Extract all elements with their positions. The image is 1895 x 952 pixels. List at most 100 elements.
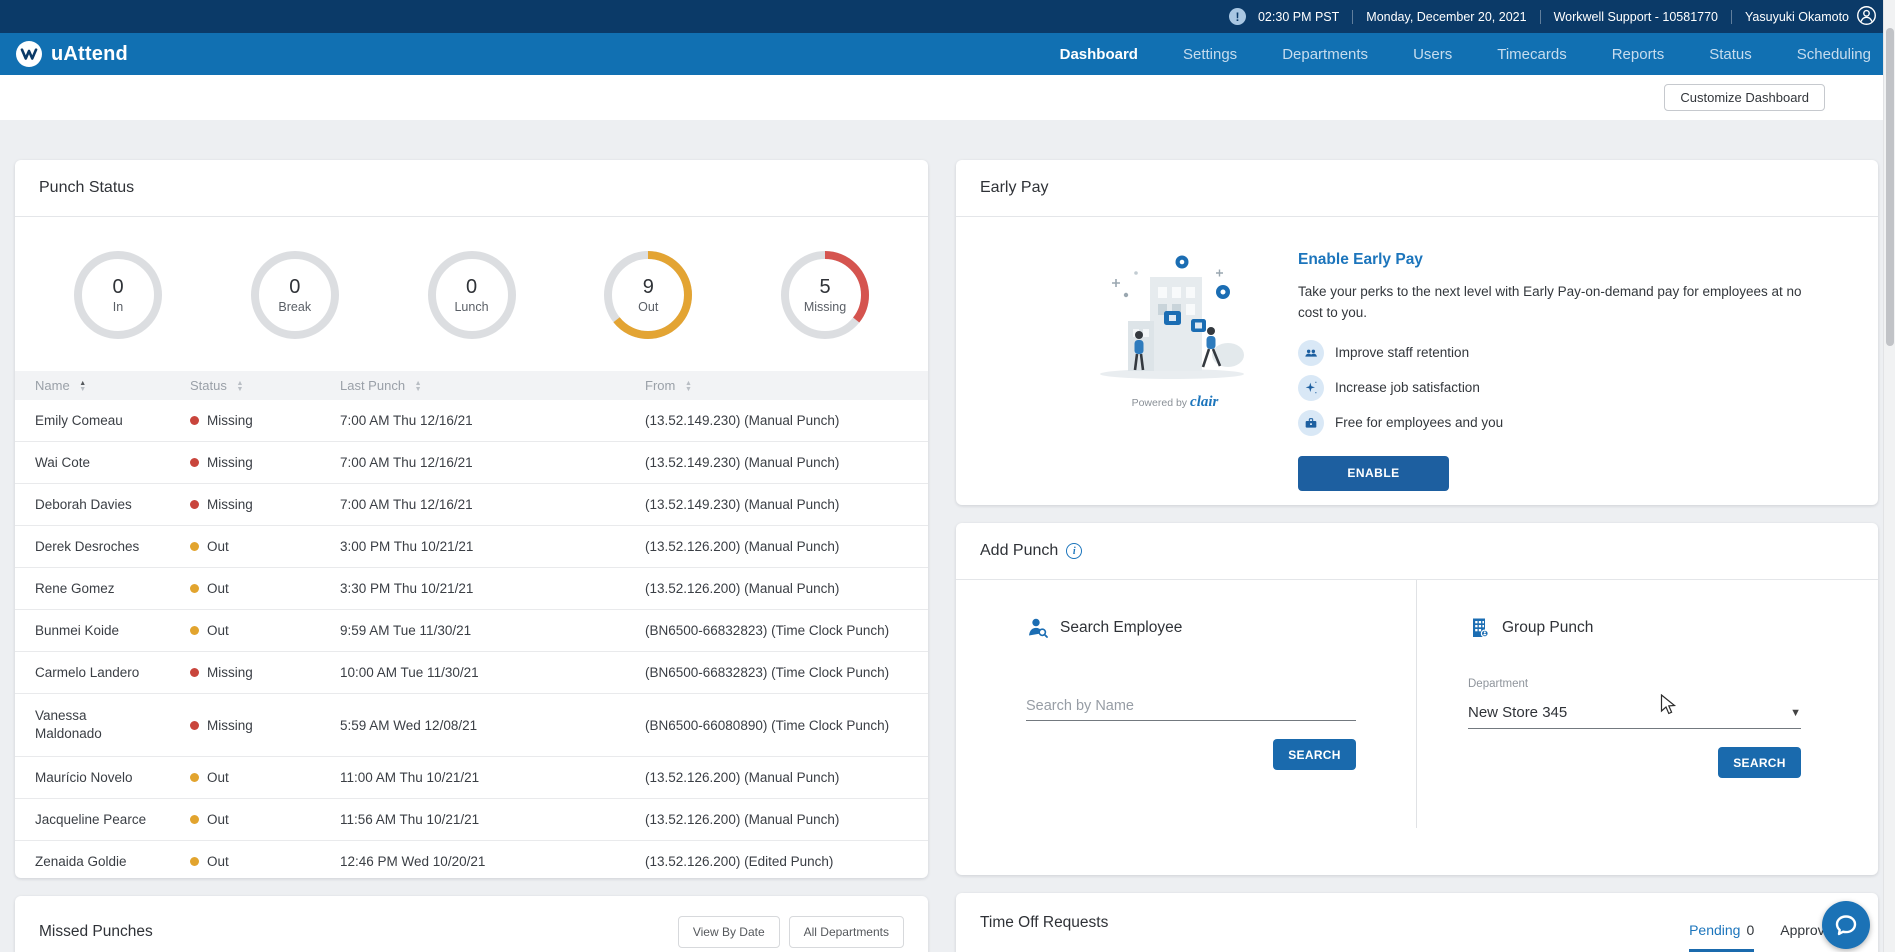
punch-count: 0: [112, 276, 124, 298]
cell-status: Out: [170, 798, 320, 841]
enable-early-pay-heading: Enable Early Pay: [1298, 251, 1423, 268]
cell-status: Missing: [170, 483, 320, 526]
early-pay-title: Early Pay: [980, 179, 1049, 196]
sort-icon[interactable]: ▲ ▼: [236, 380, 243, 393]
divider: [1352, 9, 1354, 24]
table-row[interactable]: Rene Gomez Out 3:30 PM Thu 10/21/21 (13.…: [15, 567, 928, 610]
search-employee-button[interactable]: SEARCH: [1273, 739, 1356, 770]
all-departments-button[interactable]: All Departments: [788, 916, 904, 948]
clair-logo: clair: [1190, 394, 1219, 410]
early-pay-illustration: Powered by clair: [1084, 251, 1266, 491]
early-pay-body: Powered by clair Enable Early Pay Take yo…: [956, 217, 1878, 491]
table-row[interactable]: Maurício Novelo Out 11:00 AM Thu 10/21/2…: [15, 756, 928, 799]
user-avatar-icon[interactable]: [1856, 5, 1877, 29]
dashboard-content: Punch Status 0 In 0 Break 0 Lunch 9 Out …: [0, 120, 1895, 952]
status-dot: [190, 458, 199, 467]
punch-status-card: Punch Status 0 In 0 Break 0 Lunch 9 Out …: [15, 160, 928, 878]
time-off-title: Time Off Requests: [980, 913, 1109, 931]
table-row[interactable]: Wai Cote Missing 7:00 AM Thu 12/16/21 (1…: [15, 441, 928, 484]
cell-last-punch: 7:00 AM Thu 12/16/21: [320, 441, 625, 484]
cell-from: (13.52.149.230) (Manual Punch): [645, 413, 840, 428]
cell-name: Wai Cote: [15, 441, 170, 484]
col-last-punch[interactable]: Last Punch ▲ ▼: [320, 371, 625, 400]
add-punch-title: Add Punch: [980, 542, 1059, 559]
cell-name: Rene Gomez: [15, 567, 170, 610]
top-status-bar: ! 02:30 PM PST Monday, December 20, 2021…: [0, 0, 1895, 33]
bullet-label: Increase job satisfaction: [1335, 380, 1480, 396]
scrollbar-thumb[interactable]: [1886, 28, 1894, 346]
nav-departments[interactable]: Departments: [1282, 46, 1368, 63]
table-row[interactable]: Carmelo Landero Missing 10:00 AM Tue 11/…: [15, 651, 928, 694]
cell-status: Missing: [170, 692, 320, 757]
early-pay-bullet: Free for employees and you: [1298, 409, 1823, 436]
customize-dashboard-button[interactable]: Customize Dashboard: [1664, 84, 1825, 111]
table-row[interactable]: Emily Comeau Missing 7:00 AM Thu 12/16/2…: [15, 400, 928, 442]
punch-circle-out[interactable]: 9 Out: [600, 247, 696, 343]
sort-icon[interactable]: ▲ ▼: [415, 380, 422, 393]
cell-name: Bunmei Koide: [15, 609, 170, 652]
add-punch-card: Add Punch i Search Employee Search by Na…: [956, 523, 1878, 875]
page-scrollbar[interactable]: [1883, 0, 1895, 952]
cell-name: Carmelo Landero: [15, 651, 170, 694]
table-row[interactable]: Zenaida Goldie Out 12:46 PM Wed 10/20/21…: [15, 840, 928, 878]
table-row[interactable]: Bunmei Koide Out 9:59 AM Tue 11/30/21 (B…: [15, 609, 928, 652]
nav-reports[interactable]: Reports: [1612, 46, 1665, 63]
punch-circle-in[interactable]: 0 In: [70, 247, 166, 343]
punch-circle-lunch[interactable]: 0 Lunch: [424, 247, 520, 343]
account-name: Workwell Support - 10581770: [1553, 9, 1719, 24]
chat-support-button[interactable]: [1822, 901, 1870, 949]
view-by-date-button[interactable]: View By Date: [677, 916, 780, 948]
alert-icon[interactable]: !: [1228, 8, 1246, 25]
subheader: Customize Dashboard: [0, 75, 1895, 120]
uattend-logo[interactable]: uAttend: [16, 41, 128, 67]
users-icon: [1298, 339, 1324, 366]
col-status[interactable]: Status ▲ ▼: [170, 371, 320, 400]
punch-count: 5: [819, 276, 831, 298]
cell-status: Out: [170, 756, 320, 799]
status-dot: [190, 773, 199, 783]
cell-from: (13.52.126.200) (Edited Punch): [625, 840, 928, 878]
group-punch-search-button[interactable]: SEARCH: [1718, 747, 1801, 778]
cell-from: (13.52.149.230) (Manual Punch): [625, 441, 928, 484]
status-dot: [190, 815, 199, 825]
department-select[interactable]: New Store 345 ▼: [1468, 698, 1801, 729]
info-icon[interactable]: i: [1066, 543, 1083, 559]
search-employee-title-row: Search Employee: [1026, 616, 1356, 640]
user-menu[interactable]: Yasuyuki Okamoto: [1745, 5, 1877, 29]
sort-icon[interactable]: ▲ ▼: [79, 380, 86, 393]
cell-name: Maurício Novelo: [15, 756, 170, 799]
clock-time: 02:30 PM PST: [1257, 9, 1340, 24]
person-search-icon: [1029, 618, 1048, 638]
col-from[interactable]: From ▲ ▼: [625, 371, 928, 400]
punch-label: Break: [278, 300, 312, 314]
punch-circle-missing[interactable]: 5 Missing: [777, 247, 873, 343]
enable-button[interactable]: ENABLE: [1298, 455, 1449, 491]
tab-pending[interactable]: Pending 0: [1689, 922, 1755, 952]
nav-users[interactable]: Users: [1413, 46, 1452, 63]
building-icon: [1473, 618, 1489, 638]
cell-from: (BN6500-66832823) (Time Clock Punch): [625, 609, 928, 652]
cell-status: Out: [170, 525, 320, 568]
nav-timecards[interactable]: Timecards: [1497, 46, 1566, 63]
table-row[interactable]: Vanessa Maldonado Missing 5:59 AM Wed 12…: [15, 692, 928, 757]
nav-settings[interactable]: Settings: [1183, 46, 1237, 63]
cell-name: Deborah Davies: [15, 483, 170, 526]
status-dot: [190, 720, 199, 730]
table-row[interactable]: Deborah Davies Missing 7:00 AM Thu 12/16…: [15, 483, 928, 526]
sort-icon[interactable]: ▲ ▼: [685, 380, 692, 393]
cell-from: (13.52.126.200) (Manual Punch): [625, 756, 928, 799]
early-pay-card: Early Pay Powered by clair Enable Early …: [956, 160, 1878, 505]
col-name[interactable]: Name ▲ ▼: [15, 371, 170, 400]
table-row[interactable]: Jacqueline Pearce Out 11:56 AM Thu 10/21…: [15, 798, 928, 841]
nav-dashboard[interactable]: Dashboard: [1060, 46, 1138, 63]
cell-name: Derek Desroches: [15, 525, 170, 568]
powered-by-clair: Powered by clair: [1131, 394, 1219, 410]
cell-last-punch: 7:00 AM Thu 12/16/21: [320, 483, 625, 526]
search-employee-section: Search Employee SEARCH: [956, 580, 1417, 828]
nav-status[interactable]: Status: [1709, 46, 1752, 63]
table-row[interactable]: Derek Desroches Out 3:00 PM Thu 10/21/21…: [15, 525, 928, 568]
punch-circle-break[interactable]: 0 Break: [247, 247, 343, 343]
nav-scheduling[interactable]: Scheduling: [1797, 46, 1871, 63]
punch-status-table: Name ▲ ▼ Status ▲ ▼ Last Punch ▲ ▼ From ▲ ▼ Emi…: [15, 371, 928, 878]
search-employee-input[interactable]: [1026, 692, 1356, 721]
